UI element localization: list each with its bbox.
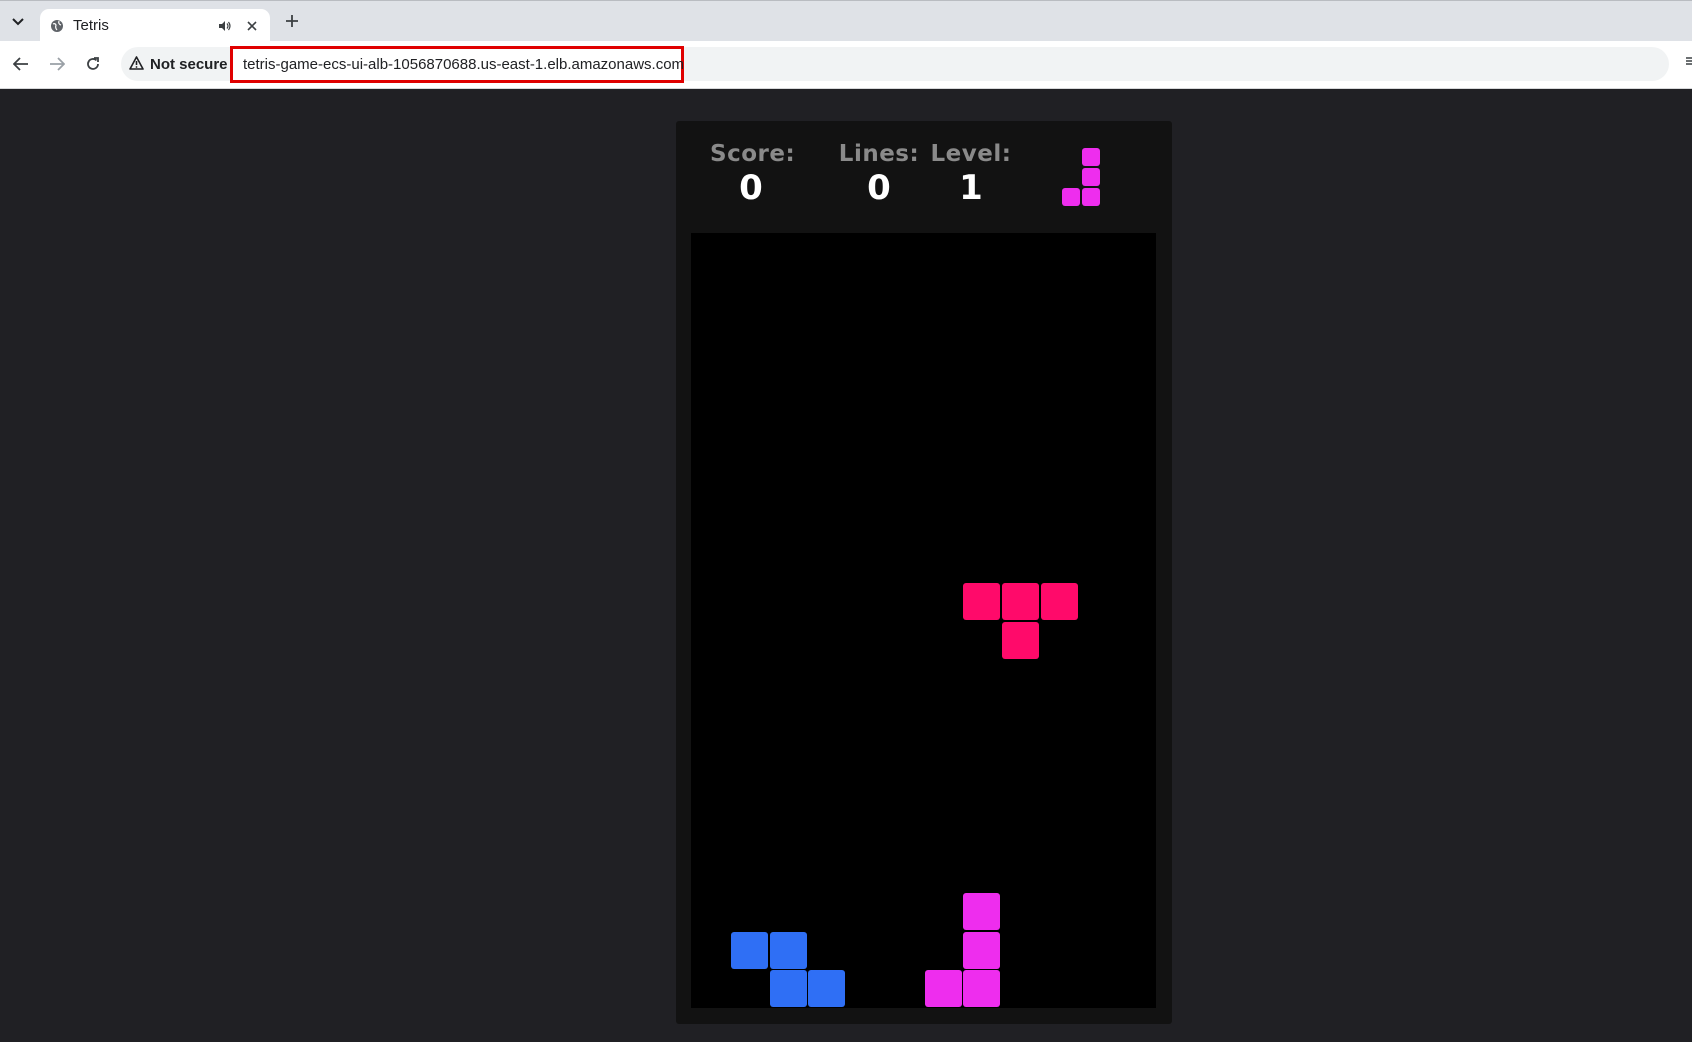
globe-icon	[50, 19, 64, 33]
next-piece-preview	[1062, 148, 1101, 206]
reload-icon	[86, 56, 100, 75]
security-label: Not secure	[150, 55, 228, 73]
locked-block	[808, 970, 846, 1008]
warning-triangle-icon	[129, 55, 144, 74]
game-board[interactable]	[691, 233, 1156, 1008]
next-piece-block	[1082, 148, 1100, 166]
tab-title: Tetris	[73, 17, 109, 34]
locked-block	[963, 970, 1001, 1008]
tab-strip: Tetris	[0, 0, 1692, 42]
lines-stat: Lines: 0	[838, 141, 920, 207]
game-panel: Score: 0 Lines: 0 Level: 1	[676, 121, 1172, 1024]
locked-block	[963, 931, 1001, 969]
next-piece-block	[1082, 168, 1100, 186]
next-piece-block	[1062, 188, 1080, 206]
level-stat: Level: 1	[930, 141, 1012, 207]
url-highlight-box: tetris-game-ecs-ui-alb-1056870688.us-eas…	[230, 46, 684, 83]
locked-block	[924, 970, 962, 1008]
menu-icon[interactable]	[1684, 53, 1692, 73]
tab-search-button[interactable]	[7, 11, 29, 33]
level-label: Level:	[930, 141, 1012, 167]
active-piece-block	[1040, 582, 1078, 620]
plus-icon	[285, 11, 299, 34]
score-label: Score:	[710, 141, 796, 167]
arrow-right-icon	[49, 56, 66, 75]
active-piece-block	[1002, 621, 1039, 659]
locked-block	[769, 970, 807, 1008]
locked-block	[730, 931, 768, 969]
lines-value: 0	[867, 168, 891, 208]
active-piece-block	[963, 582, 1001, 620]
close-icon[interactable]	[244, 18, 260, 34]
speaker-icon[interactable]	[218, 18, 234, 34]
security-chip[interactable]: Not secure	[129, 47, 228, 81]
url-text[interactable]: tetris-game-ecs-ui-alb-1056870688.us-eas…	[243, 56, 684, 73]
tab-tetris[interactable]: Tetris	[40, 9, 270, 42]
locked-block	[963, 892, 1001, 930]
lines-label: Lines:	[838, 141, 920, 167]
active-piece-block	[1002, 582, 1039, 620]
new-tab-button[interactable]	[281, 11, 303, 33]
reload-button[interactable]	[81, 53, 105, 77]
level-value: 1	[959, 168, 983, 208]
chevron-down-icon	[12, 15, 24, 29]
score-stat: Score: 0	[710, 141, 796, 208]
forward-button[interactable]	[45, 53, 69, 77]
locked-block	[769, 931, 807, 969]
next-piece-block	[1082, 188, 1100, 206]
score-value: 0	[739, 168, 763, 208]
arrow-left-icon	[12, 56, 29, 75]
back-button[interactable]	[9, 53, 33, 77]
